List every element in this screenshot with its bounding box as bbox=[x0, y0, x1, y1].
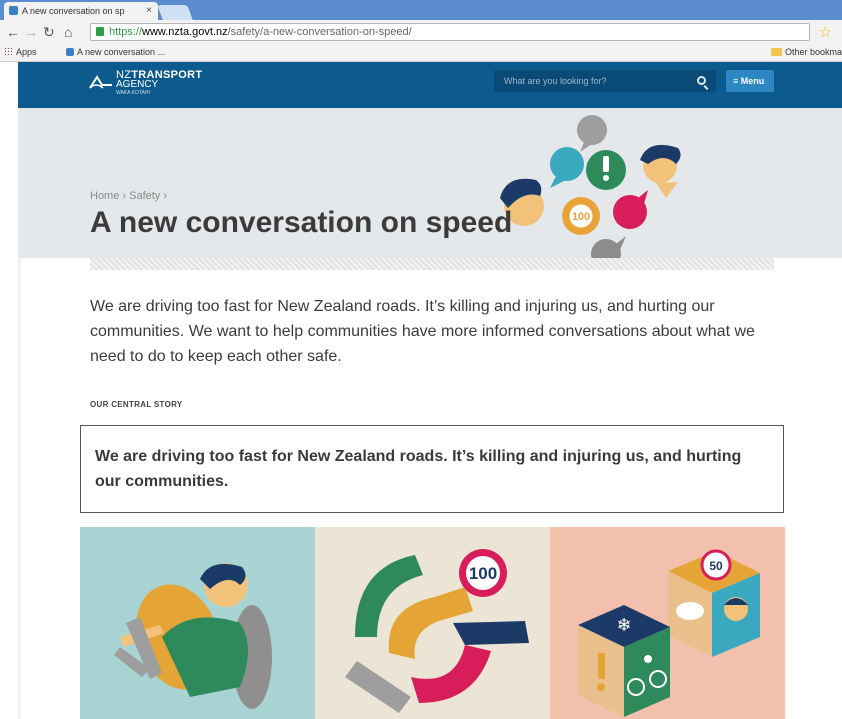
left-rail bbox=[18, 258, 21, 719]
tile-driver[interactable] bbox=[80, 527, 315, 719]
tile-speed-sign-value: 50 bbox=[709, 559, 723, 573]
search-input[interactable]: What are you looking for? bbox=[494, 70, 716, 92]
bookmarks-bar: Apps A new conversation ... Other bookma bbox=[0, 44, 842, 62]
apps-grid-icon bbox=[4, 47, 13, 56]
browser-tab[interactable]: A new conversation on sp × bbox=[4, 2, 158, 20]
tile-speed-sign-value: 100 bbox=[469, 564, 497, 583]
url-host: www.nzta.govt.nz bbox=[142, 26, 228, 38]
tile-conditions[interactable]: 50 ❄ bbox=[550, 527, 785, 719]
new-tab-button[interactable] bbox=[157, 5, 193, 20]
folder-icon bbox=[771, 48, 782, 56]
page-title: A new conversation on speed bbox=[90, 206, 513, 239]
hero-speed-sign-value: 100 bbox=[572, 211, 590, 223]
conditions-illustration: 50 ❄ bbox=[550, 527, 785, 719]
section-label: OUR CENTRAL STORY bbox=[90, 400, 183, 409]
site-header: NZTRANSPORT AGENCY WAKA KOTAHI What are … bbox=[18, 62, 842, 108]
bookmark-item[interactable]: A new conversation ... bbox=[66, 47, 165, 57]
browser-toolbar: ← → ↻ ⌂ https://www.nzta.govt.nz/safety/… bbox=[0, 20, 842, 44]
conversation-illustration: 100 bbox=[500, 115, 681, 258]
lock-icon bbox=[96, 27, 104, 36]
back-arrow-icon[interactable]: ← bbox=[6, 24, 20, 40]
url-scheme: https:// bbox=[109, 26, 143, 38]
other-bookmarks[interactable]: Other bookma bbox=[771, 47, 842, 57]
nzta-favicon-icon bbox=[9, 6, 18, 15]
close-tab-icon[interactable]: × bbox=[146, 5, 152, 16]
search-placeholder: What are you looking for? bbox=[504, 76, 607, 86]
roads-illustration: 100 bbox=[315, 527, 550, 719]
bookmark-star-icon[interactable]: ☆ bbox=[819, 23, 832, 41]
intro-paragraph: We are driving too fast for New Zealand … bbox=[90, 298, 755, 365]
address-bar[interactable]: https://www.nzta.govt.nz/safety/a-new-co… bbox=[90, 23, 810, 41]
driver-illustration bbox=[80, 527, 315, 719]
search-icon[interactable] bbox=[697, 76, 706, 85]
forward-arrow-icon[interactable]: → bbox=[24, 24, 38, 40]
browser-tab-bar: A new conversation on sp × bbox=[0, 0, 842, 20]
tile-roads[interactable]: 100 bbox=[315, 527, 550, 719]
url-path: /safety/a-new-conversation-on-speed/ bbox=[227, 26, 412, 38]
tab-title: A new conversation on sp bbox=[22, 6, 125, 16]
feature-tiles: 100 50 ❄ bbox=[80, 527, 785, 719]
central-story-box: We are driving too fast for New Zealand … bbox=[80, 425, 784, 513]
home-icon[interactable]: ⌂ bbox=[64, 24, 72, 40]
nzta-favicon-icon bbox=[66, 48, 74, 56]
nzta-logo-icon bbox=[89, 75, 112, 89]
menu-button[interactable]: ≡ Menu bbox=[726, 70, 774, 92]
reload-icon[interactable]: ↻ bbox=[43, 24, 55, 40]
bookmark-apps[interactable]: Apps bbox=[4, 47, 37, 57]
hero-divider bbox=[90, 258, 774, 270]
breadcrumb[interactable]: Home › Safety › bbox=[90, 190, 167, 202]
svg-text:❄: ❄ bbox=[616, 615, 631, 636]
